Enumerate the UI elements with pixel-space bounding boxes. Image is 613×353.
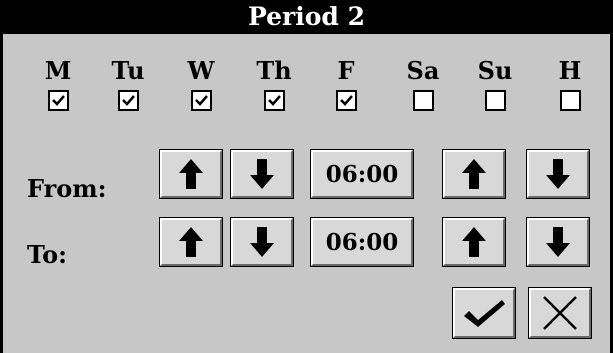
day-checkbox-sunday[interactable] bbox=[484, 90, 506, 111]
day-checkbox-thursday[interactable] bbox=[263, 90, 285, 111]
day-label: F bbox=[337, 56, 355, 85]
arrow-down-icon bbox=[250, 227, 274, 257]
day-checkbox-wednesday[interactable] bbox=[190, 90, 212, 111]
checkmark-icon bbox=[464, 300, 505, 327]
to-hour-up-button[interactable] bbox=[159, 217, 223, 267]
day-label: Sa bbox=[406, 56, 440, 85]
to-label: To: bbox=[27, 240, 67, 269]
close-icon bbox=[543, 296, 577, 330]
day-label: W bbox=[187, 56, 215, 85]
arrow-up-icon bbox=[462, 227, 486, 257]
from-hour-down-button[interactable] bbox=[230, 149, 294, 199]
day-label: M bbox=[44, 56, 72, 85]
arrow-up-icon bbox=[462, 159, 486, 189]
day-label: H bbox=[558, 56, 582, 85]
to-minute-down-button[interactable] bbox=[526, 217, 590, 267]
day-label: Th bbox=[256, 56, 292, 85]
day-monday: M bbox=[36, 57, 80, 111]
to-time-display[interactable]: 06:00 bbox=[310, 217, 414, 267]
to-hour-down-button[interactable] bbox=[230, 217, 294, 267]
day-checkbox-holiday[interactable] bbox=[559, 90, 581, 111]
day-saturday: Sa bbox=[401, 57, 445, 111]
arrow-up-icon bbox=[179, 227, 203, 257]
day-thursday: Th bbox=[252, 57, 296, 111]
confirm-button[interactable] bbox=[452, 287, 516, 339]
from-label: From: bbox=[27, 174, 107, 203]
day-checkbox-tuesday[interactable] bbox=[117, 90, 139, 111]
day-friday: F bbox=[324, 57, 368, 111]
arrow-down-icon bbox=[250, 159, 274, 189]
day-checkbox-friday[interactable] bbox=[335, 90, 357, 111]
day-checkbox-monday[interactable] bbox=[47, 90, 69, 111]
from-time-display[interactable]: 06:00 bbox=[310, 149, 414, 199]
day-tuesday: Tu bbox=[106, 57, 150, 111]
from-minute-down-button[interactable] bbox=[526, 149, 590, 199]
from-minute-up-button[interactable] bbox=[442, 149, 506, 199]
arrow-up-icon bbox=[179, 159, 203, 189]
from-hour-up-button[interactable] bbox=[159, 149, 223, 199]
day-wednesday: W bbox=[179, 57, 223, 111]
arrow-down-icon bbox=[546, 227, 570, 257]
arrow-down-icon bbox=[546, 159, 570, 189]
to-minute-up-button[interactable] bbox=[442, 217, 506, 267]
day-holiday: H bbox=[548, 57, 592, 111]
page-title: Period 2 bbox=[3, 0, 610, 34]
day-label: Su bbox=[477, 56, 513, 85]
day-checkbox-saturday[interactable] bbox=[412, 90, 434, 111]
period-settings-panel: Period 2 M Tu W Th F Sa Su H From: 06:00 bbox=[0, 0, 613, 353]
cancel-button[interactable] bbox=[528, 287, 592, 339]
day-label: Tu bbox=[111, 56, 145, 85]
day-sunday: Su bbox=[473, 57, 517, 111]
